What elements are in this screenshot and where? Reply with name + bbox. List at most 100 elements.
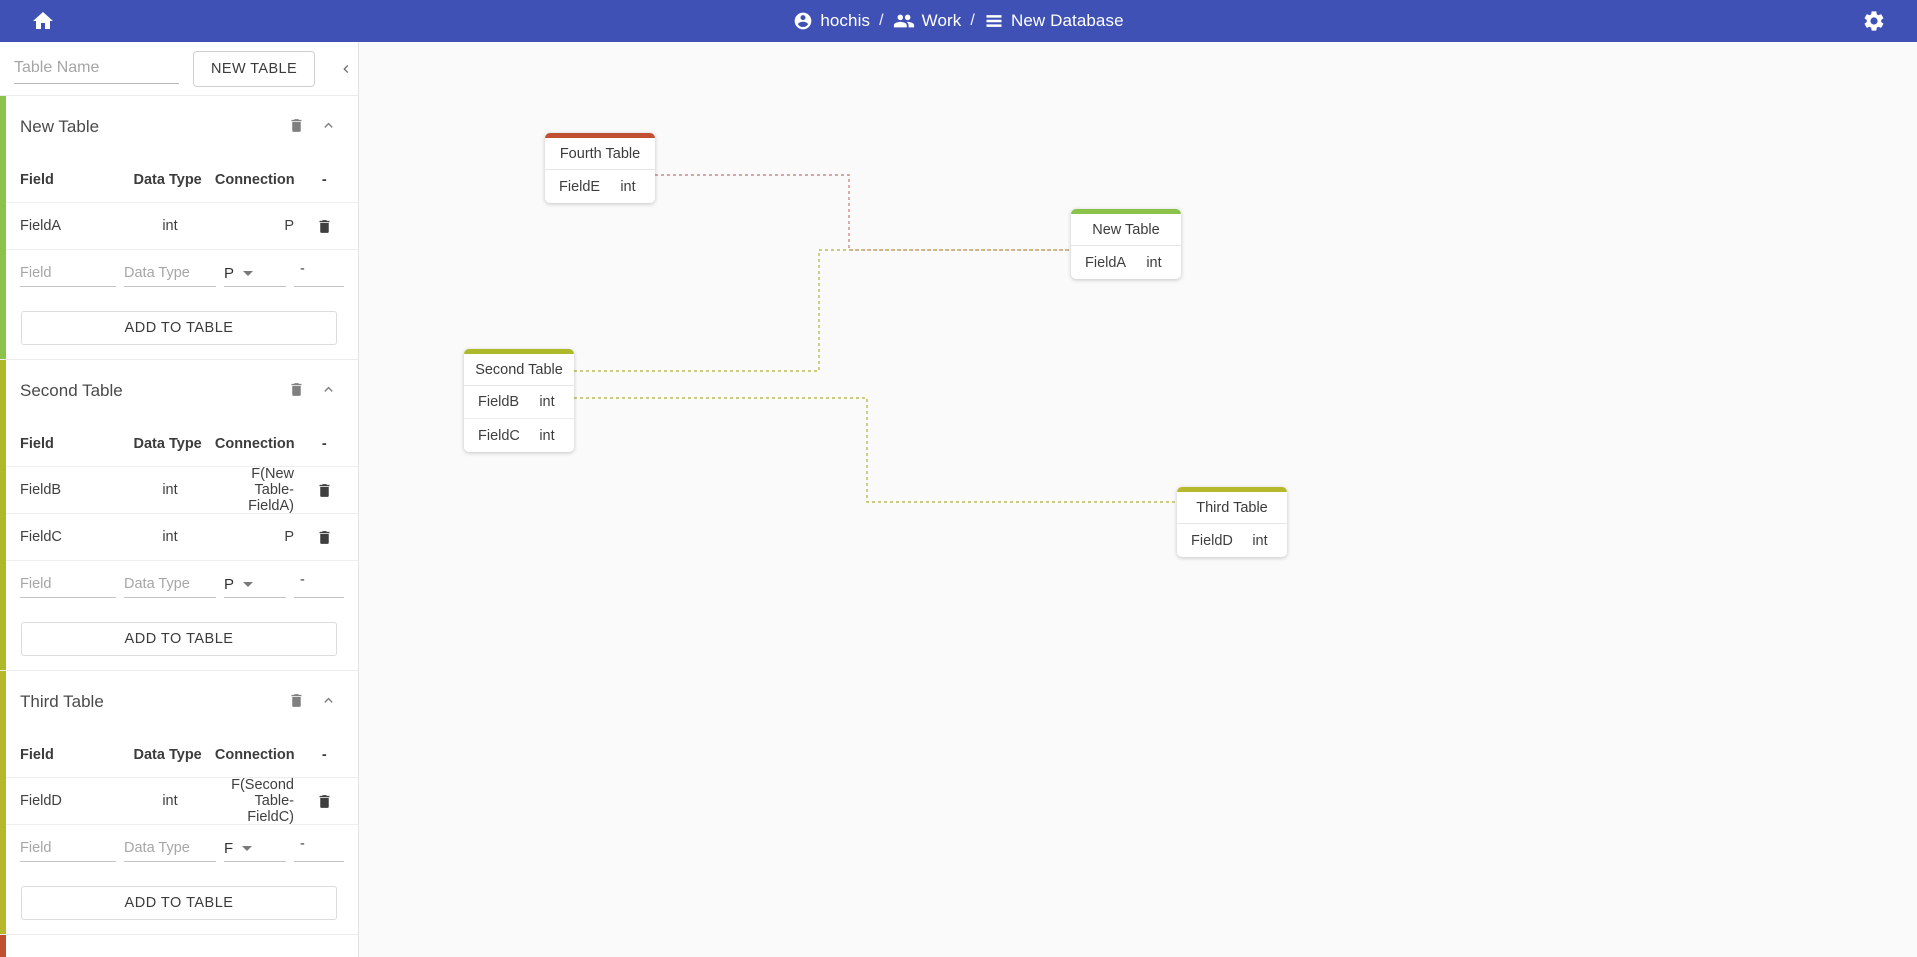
er-table-node[interactable]: Fourth Table FieldE int [545,133,655,203]
breadcrumb-item-user[interactable]: hochis [793,11,870,31]
table-block-body: FieldData TypeConnection-FieldAintPP-ADD… [0,158,358,359]
toggle-table-button[interactable] [312,686,344,718]
node-field-row[interactable]: FieldA int [1071,246,1181,279]
new-field-key-select[interactable]: P [224,572,286,598]
delete-table-button[interactable] [280,950,312,957]
new-field-target-field[interactable]: - [294,836,344,862]
node-title: Fourth Table [545,138,655,170]
table-block: Third Table Field Data Type Connection - Fiel… [0,671,358,935]
table-block: Second Table Field Data Type Connection - Fie… [0,360,358,671]
node-title: Third Table [1177,492,1287,524]
add-to-table-button[interactable]: ADD TO TABLE [21,622,337,656]
table-accent-bar [0,935,6,957]
delete-table-button[interactable] [280,111,312,143]
node-field-type: int [1146,254,1162,271]
sidebar: NEW TABLE New Table Field Data Type Connect… [0,42,359,957]
delete-table-button[interactable] [280,686,312,718]
list-icon [984,11,1004,31]
column-header-data-type: Data Type [133,436,202,452]
chevron-up-icon [320,117,337,137]
node-field-row[interactable]: FieldB int [464,386,574,419]
table-accent-bar [0,671,6,934]
new-field-key-select[interactable]: P [224,261,286,287]
add-to-table-button[interactable]: ADD TO TABLE [21,311,337,345]
column-header-dash: - [321,172,327,188]
table-block-title: New Table [20,117,100,136]
delete-table-button[interactable] [280,375,312,407]
field-connection: P [284,529,294,545]
toggle-table-button[interactable] [312,375,344,407]
new-field-target-field[interactable]: - [294,572,344,598]
new-field-name-input[interactable] [20,260,116,287]
node-field-name: FieldE [559,178,601,195]
table-block-header[interactable]: New Table [0,96,358,158]
gear-icon [1862,9,1886,33]
new-field-data-type-input[interactable] [124,571,216,598]
node-field-type: int [539,427,555,444]
table-block-header[interactable]: Second Table [0,360,358,422]
er-table-node[interactable]: New Table FieldA int [1071,209,1181,279]
node-field-type: int [1252,532,1268,549]
table-block-header[interactable]: Third Table [0,671,358,733]
field-name: FieldA [20,218,62,234]
breadcrumb-item-database[interactable]: New Database [984,11,1124,31]
new-field-row: P- [0,249,358,297]
field-data-type: int [162,793,178,809]
new-field-target-field[interactable]: - [294,261,344,287]
field-row: FieldD int F(Second Table-FieldC) [0,777,358,825]
node-field-type: int [620,178,636,195]
breadcrumb: hochis / Work / New Database [86,10,1831,32]
table-accent-bar [0,360,6,670]
breadcrumb-workspace-label: Work [921,11,962,30]
table-block-header[interactable]: Fourth Table [0,935,358,957]
table-block-body: Field Data Type Connection - FieldD int F(Seco… [0,733,358,934]
column-header-field: Field [20,172,54,188]
home-icon [31,9,55,33]
field-row: FieldA int P [0,202,358,249]
node-title: New Table [1071,214,1181,246]
collapse-panel-button[interactable] [333,52,358,86]
settings-button[interactable] [1831,9,1917,33]
toggle-table-button[interactable] [312,111,344,143]
column-header-connection: Connection [214,436,295,452]
delete-field-button[interactable] [304,529,344,546]
delete-field-button[interactable] [304,793,344,810]
column-header-field: Field [20,436,54,452]
breadcrumb-database-label: New Database [1010,11,1124,30]
new-field-data-type-input[interactable] [124,260,216,287]
er-table-node[interactable]: Second Table FieldB int FieldC int [464,349,574,452]
new-table-button[interactable]: NEW TABLE [193,50,316,87]
new-field-name-input[interactable] [20,571,116,598]
node-field-type: int [539,394,555,410]
fields-header-row: Field Data Type Connection - [0,422,358,466]
field-row: FieldC int P [0,513,358,560]
add-to-table-button[interactable]: ADD TO TABLE [21,886,337,920]
field-name: FieldB [20,482,62,498]
node-title: Second Table [464,354,574,386]
new-field-name-input[interactable] [20,835,116,862]
breadcrumb-item-workspace[interactable]: Work [893,10,962,32]
toggle-table-button[interactable] [312,950,344,957]
node-field-row[interactable]: FieldE int [545,170,655,203]
new-field-row: P- [0,560,358,608]
field-name: FieldC [20,529,62,545]
table-name-input[interactable] [14,53,179,84]
field-name: FieldD [20,793,62,809]
er-table-node[interactable]: Third Table FieldD int [1177,487,1287,557]
new-field-data-type-input[interactable] [124,835,216,862]
chevron-down-icon [243,270,254,276]
new-field-key-value: P [224,264,235,282]
er-diagram-canvas[interactable]: Fourth Table FieldE int New Table FieldA int S… [359,42,1917,957]
node-field-row[interactable]: FieldC int [464,419,574,452]
delete-field-button[interactable] [304,218,344,235]
people-icon [893,10,915,32]
new-field-key-select[interactable]: F [224,836,286,862]
app-root: hochis / Work / New Database Table Name … [0,0,1917,957]
home-button[interactable] [0,9,86,33]
breadcrumb-separator-1: / [879,12,884,29]
table-list: New Table Field Data Type Connection - FieldA… [0,96,358,957]
connection-line [655,174,1071,251]
sidebar-toolbar: NEW TABLE [0,42,358,96]
node-field-row[interactable]: FieldD int [1177,524,1287,557]
delete-field-button[interactable] [304,482,344,499]
